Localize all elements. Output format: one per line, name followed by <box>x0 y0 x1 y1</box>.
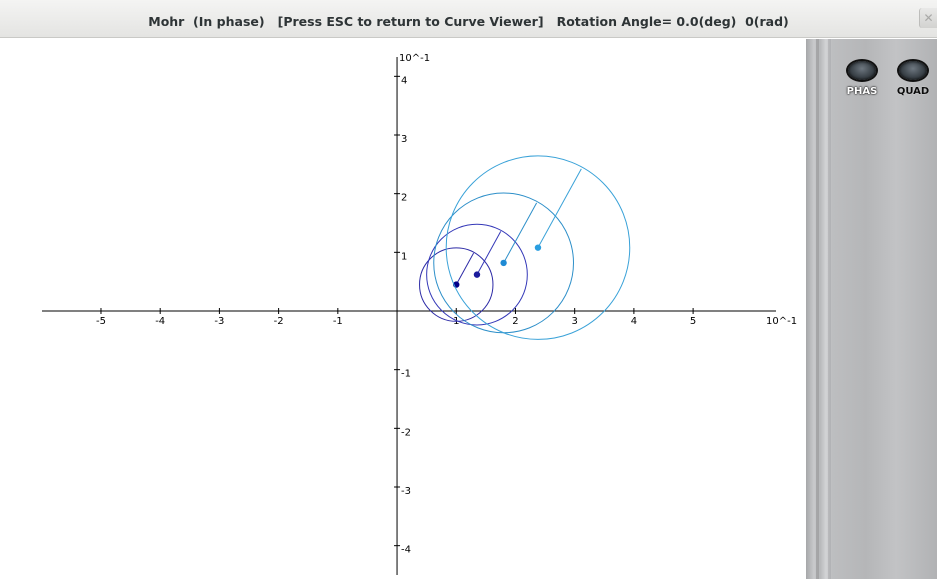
close-button[interactable]: ✕ <box>919 8 937 28</box>
panel-edge <box>816 39 819 579</box>
quad-button[interactable]: QUAD <box>895 61 931 97</box>
y-tick-label: 3 <box>401 134 407 145</box>
phas-button[interactable]: PHAS <box>844 61 880 97</box>
y-tick-label: 2 <box>401 193 407 204</box>
x-tick-label: 2 <box>512 316 518 327</box>
y-tick-label: -2 <box>401 427 411 438</box>
x-tick-label: 4 <box>631 316 637 327</box>
x-tick-label: -5 <box>96 316 106 327</box>
x-tick-label: -1 <box>333 316 343 327</box>
panel-edge <box>828 39 831 579</box>
x-tick-label: -4 <box>155 316 165 327</box>
mohr-center-point-2 <box>473 271 481 278</box>
y-tick-label: 1 <box>401 251 407 262</box>
mohr-plot-area: -5 -4 -3 -2 -1 1 2 3 4 5 -4 -3 -2 -1 1 2 3 4 10^-1 10^-1 <box>12 39 806 579</box>
window-title: Mohr (In phase) [Press ESC to return to … <box>148 14 789 29</box>
quad-button-label: QUAD <box>896 86 930 97</box>
x-axis-multiplier-label: 10^-1 <box>766 316 797 327</box>
oval-knob-icon <box>899 61 927 80</box>
oval-knob-icon <box>848 61 876 80</box>
y-tick-label: -4 <box>401 545 411 556</box>
x-tick-label: 5 <box>690 316 696 327</box>
circles-layer <box>419 155 631 340</box>
x-tick-label: -3 <box>214 316 224 327</box>
camera-feed-panel: PHAS QUAD <box>806 39 937 579</box>
y-axis-multiplier-label: 10^-1 <box>399 53 430 64</box>
window-titlebar: Mohr (In phase) [Press ESC to return to … <box>0 0 937 38</box>
mohr-center-point-3 <box>500 259 507 267</box>
y-tick-label: 4 <box>401 75 407 86</box>
mohr-center-point-4 <box>534 244 542 251</box>
y-tick-label: -3 <box>401 486 411 497</box>
mohr-circle-chart: -5 -4 -3 -2 -1 1 2 3 4 5-4-3-2-11234 10^-1 10^-1 <box>42 53 797 575</box>
axes-layer: -5 -4 -3 -2 -1 1 2 3 4 5-4-3-2-11234 <box>42 57 776 575</box>
x-tick-label: 3 <box>571 316 577 327</box>
y-tick-label: -1 <box>401 369 411 380</box>
x-tick-label: -2 <box>274 316 284 327</box>
close-icon: ✕ <box>923 11 934 25</box>
mohr-radius-line-3 <box>503 202 538 264</box>
mohr-radius-line-1 <box>455 252 475 285</box>
phas-button-label: PHAS <box>846 86 878 97</box>
mohr-radius-line-4 <box>537 168 582 248</box>
